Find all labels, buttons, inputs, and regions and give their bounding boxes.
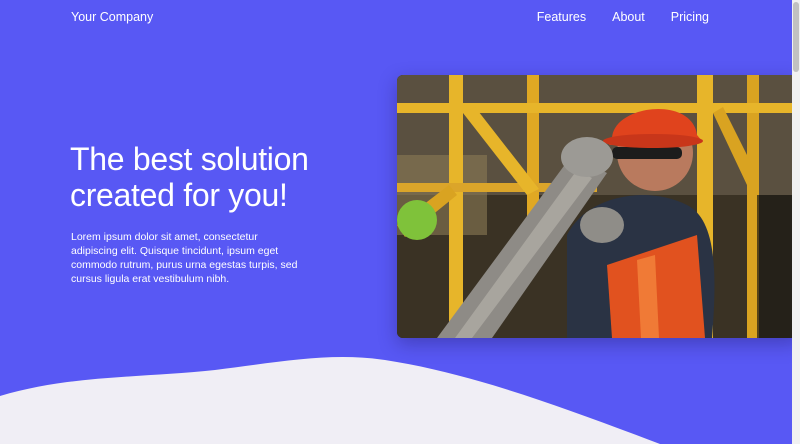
nav-link-features[interactable]: Features	[537, 10, 586, 24]
nav-link-pricing[interactable]: Pricing	[671, 10, 709, 24]
construction-worker-illustration	[397, 75, 800, 338]
top-navigation: Features About Pricing	[537, 10, 709, 24]
nav-link-about[interactable]: About	[612, 10, 645, 24]
hero-image	[397, 75, 800, 338]
hero-description: Lorem ipsum dolor sit amet, consectetur …	[71, 231, 298, 285]
scrollbar-thumb[interactable]	[793, 2, 799, 72]
landing-page: Your Company Features About Pricing The …	[0, 0, 800, 444]
page-scrollbar[interactable]	[792, 0, 800, 444]
hero-title: The best solution created for you!	[70, 141, 309, 213]
brand-logo-link[interactable]: Your Company	[71, 10, 153, 24]
